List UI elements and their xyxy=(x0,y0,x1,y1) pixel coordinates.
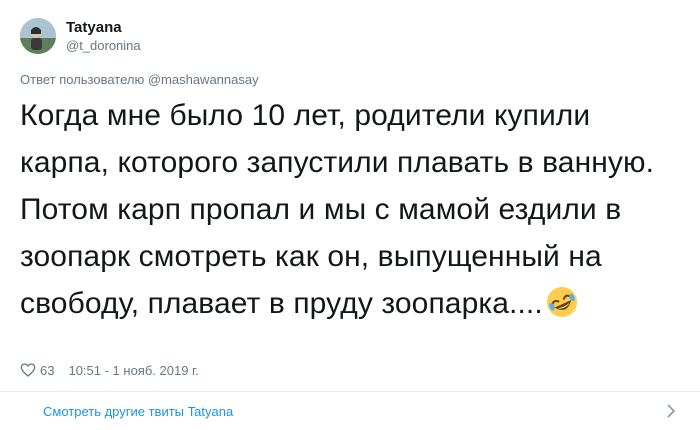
tweet-meta: 63 10:51 - 1 нояб. 2019 г. xyxy=(20,362,199,378)
rolling-on-the-floor-laughing-icon xyxy=(545,285,579,319)
timestamp[interactable]: 10:51 - 1 нояб. 2019 г. xyxy=(68,363,198,378)
tweet-header: Tatyana @t_doronina xyxy=(20,14,141,58)
chevron-right-icon xyxy=(667,404,676,418)
like-count: 63 xyxy=(40,362,55,378)
avatar[interactable] xyxy=(20,18,56,54)
tweet-text: Когда мне было 10 лет, родители купили к… xyxy=(20,92,680,327)
tweet-card: Tatyana @t_doronina Ответ пользователю @… xyxy=(0,0,700,430)
more-tweets-link[interactable]: Смотреть другие твиты Tatyana xyxy=(0,392,700,430)
reply-prefix: Ответ пользователю xyxy=(20,72,148,87)
more-tweets-label: Смотреть другие твиты Tatyana xyxy=(43,403,234,419)
reply-to-handle[interactable]: @mashawannasay xyxy=(148,72,259,87)
reply-context: Ответ пользователю @mashawannasay xyxy=(20,72,259,87)
heart-icon[interactable] xyxy=(20,362,36,378)
author-display-name[interactable]: Tatyana xyxy=(66,19,141,37)
author-names: Tatyana @t_doronina xyxy=(66,19,141,54)
author-handle[interactable]: @t_doronina xyxy=(66,37,141,54)
